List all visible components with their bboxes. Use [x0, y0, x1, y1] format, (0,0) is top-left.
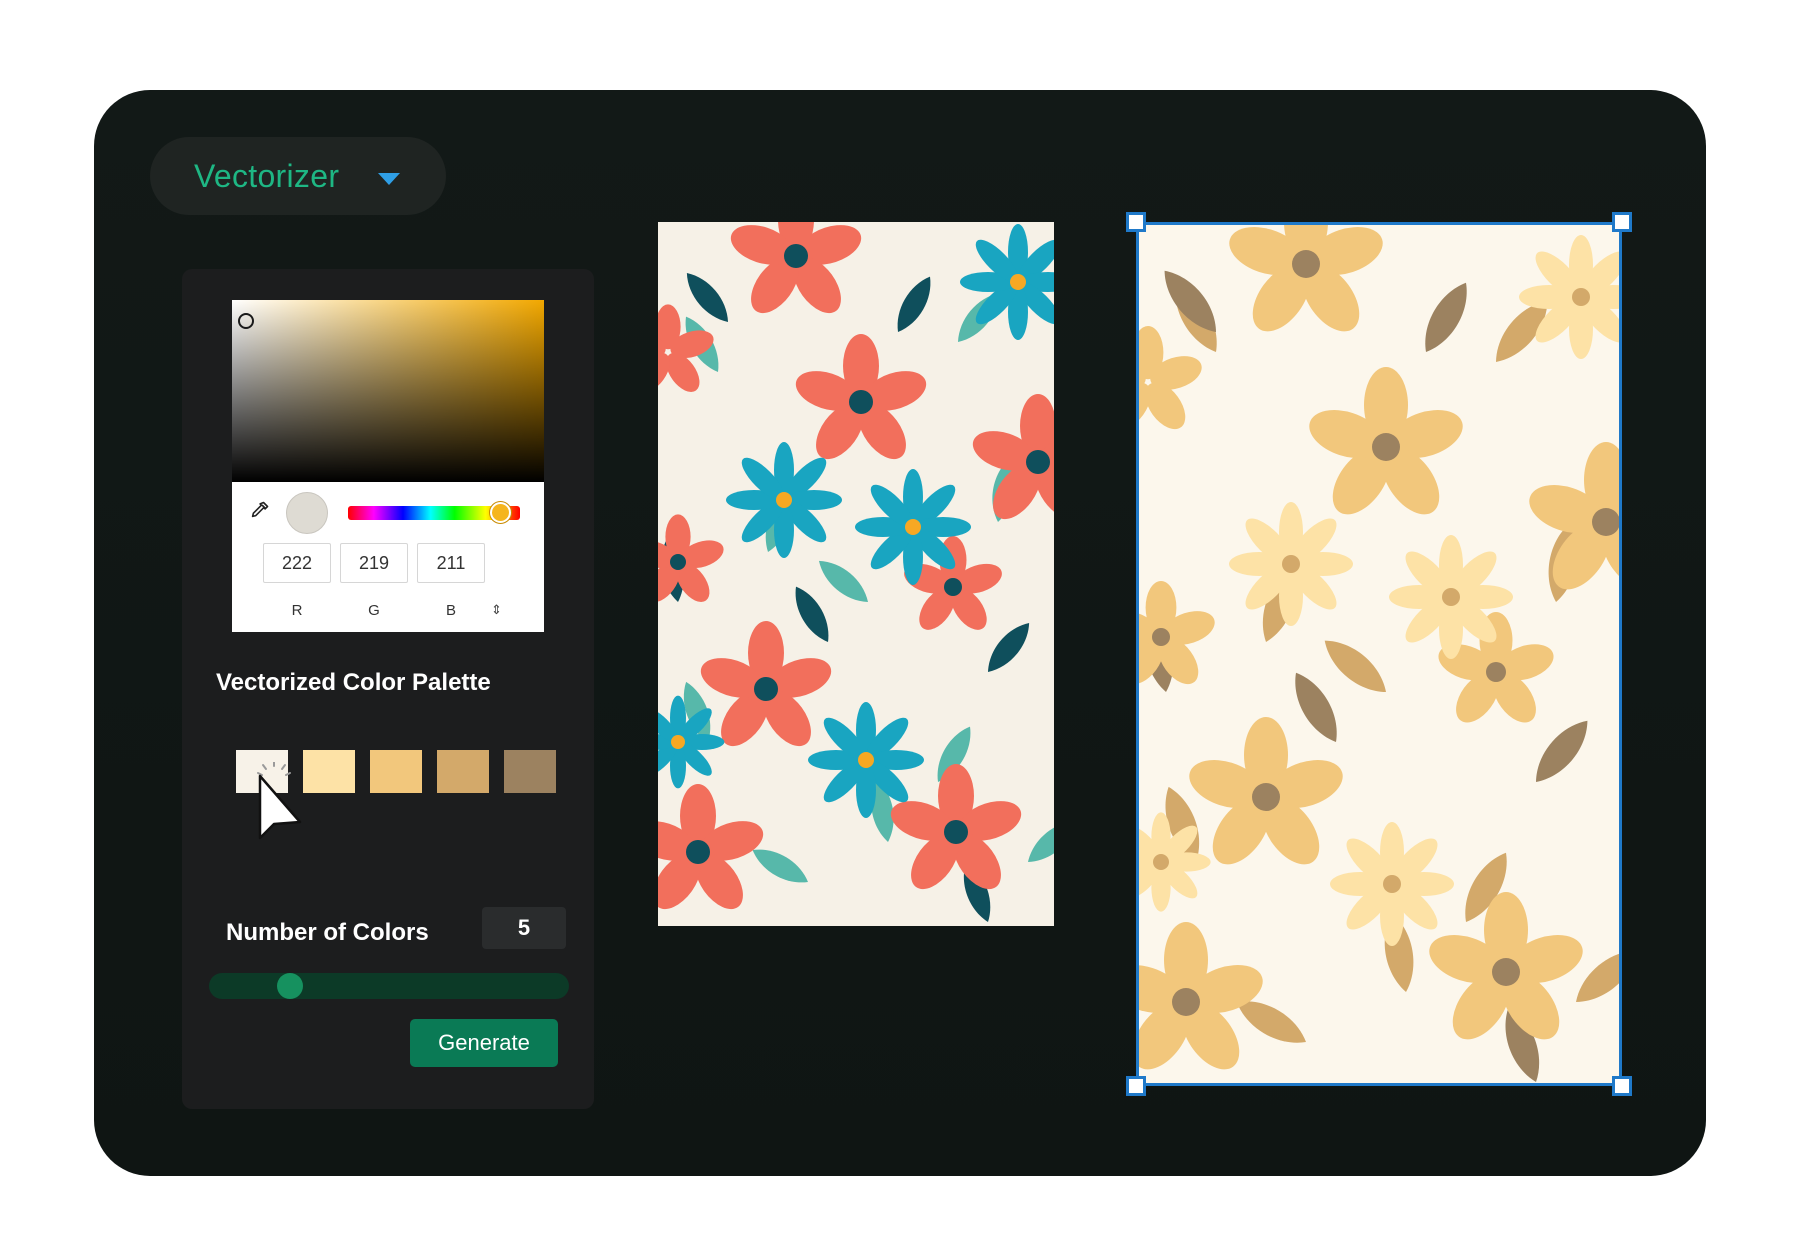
- vectorizer-app: Vectorizer 222 219 211 R G B ⇕ Vectorize…: [94, 90, 1706, 1176]
- color-picker-handle[interactable]: [238, 313, 254, 329]
- eyedropper-icon[interactable]: [248, 500, 270, 522]
- palette-swatch[interactable]: [370, 750, 422, 793]
- red-label: R: [291, 602, 303, 619]
- blue-value-input[interactable]: 211: [417, 543, 485, 583]
- selected-color-preview: [286, 492, 328, 534]
- slider-thumb[interactable]: [277, 973, 303, 999]
- original-floral-pattern: [658, 222, 1054, 926]
- chevron-down-icon: [378, 173, 400, 185]
- green-value-input[interactable]: 219: [340, 543, 408, 583]
- vectorized-image[interactable]: [1136, 222, 1622, 1086]
- resize-handle-top-left[interactable]: [1126, 212, 1146, 232]
- vectorized-floral-pattern: [1136, 222, 1622, 1086]
- palette-swatch[interactable]: [437, 750, 489, 793]
- original-image[interactable]: [658, 222, 1054, 926]
- resize-handle-bottom-right[interactable]: [1612, 1076, 1632, 1096]
- number-of-colors-label: Number of Colors: [226, 919, 429, 946]
- number-of-colors-slider[interactable]: [209, 973, 569, 999]
- palette-title: Vectorized Color Palette: [216, 669, 491, 696]
- hue-slider-thumb[interactable]: [490, 502, 511, 523]
- red-value-input[interactable]: 222: [263, 543, 331, 583]
- saturation-value-area[interactable]: [232, 300, 544, 482]
- palette-swatch[interactable]: [504, 750, 556, 793]
- blue-label: B: [445, 602, 456, 619]
- up-down-arrows-icon[interactable]: ⇕: [491, 602, 502, 618]
- color-picker: 222 219 211 R G B ⇕: [232, 300, 544, 632]
- resize-handle-bottom-left[interactable]: [1126, 1076, 1146, 1096]
- number-of-colors-input[interactable]: 5: [482, 907, 566, 949]
- tool-select-label: Vectorizer: [194, 157, 340, 194]
- mouse-pointer-icon: [257, 762, 302, 840]
- green-label: G: [368, 602, 380, 619]
- tool-select-dropdown[interactable]: Vectorizer: [150, 137, 446, 215]
- settings-panel: 222 219 211 R G B ⇕ Vectorized Color Pal…: [182, 269, 594, 1109]
- generate-button[interactable]: Generate: [410, 1019, 558, 1067]
- resize-handle-top-right[interactable]: [1612, 212, 1632, 232]
